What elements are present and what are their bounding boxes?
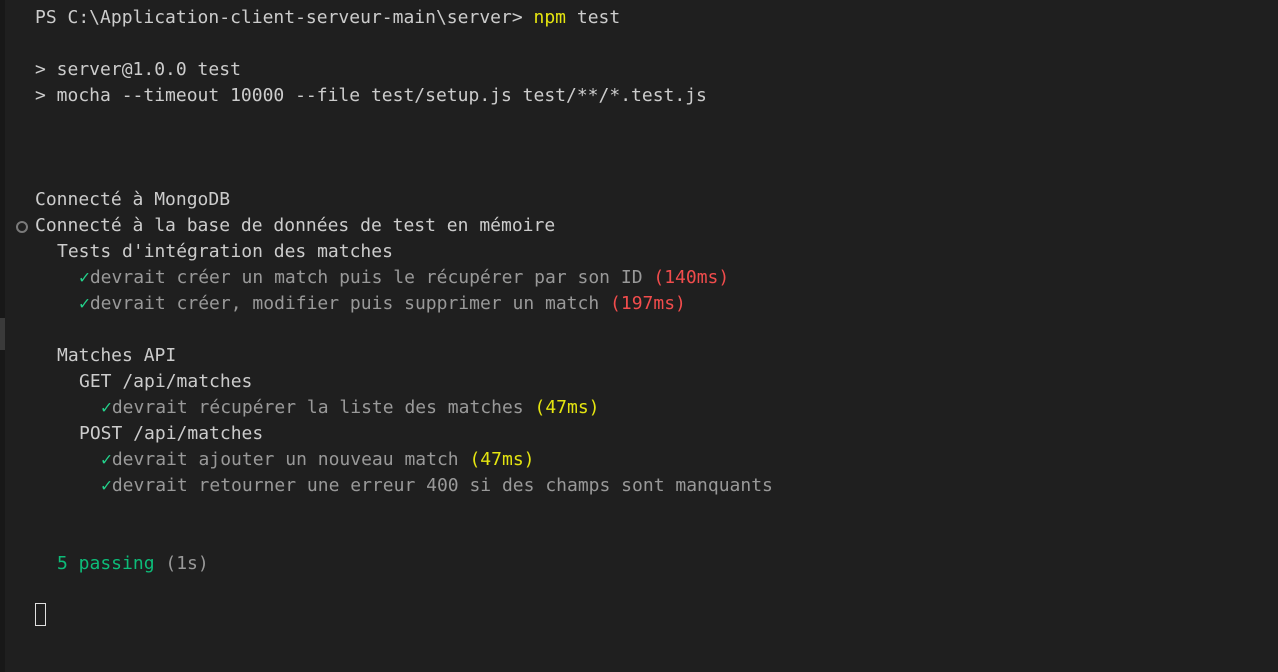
test-title: devrait créer un match puis le récupérer… xyxy=(89,267,643,288)
suite-integration-title: Tests d'intégration des matches xyxy=(57,241,393,262)
terminal-panel[interactable]: PS C:\Application-client-serveur-main\se… xyxy=(0,0,1278,672)
suite-get-title: GET /api/matches xyxy=(79,371,253,392)
prompt-line: PS C:\Application-client-serveur-main\se… xyxy=(35,5,620,31)
prompt-path: PS C:\Application-client-serveur-main\se… xyxy=(35,7,534,28)
test-duration: (140ms) xyxy=(653,267,730,288)
circle-dot-icon xyxy=(16,221,28,233)
scroll-marker xyxy=(0,318,5,350)
test-row: ✓devrait récupérer la liste des matches … xyxy=(101,395,600,421)
command-args: test xyxy=(566,7,621,28)
test-title: devrait ajouter un nouveau match xyxy=(111,449,459,470)
script-line-1: > server@1.0.0 test xyxy=(35,59,241,80)
test-row: ✓devrait créer, modifier puis supprimer … xyxy=(79,291,686,317)
check-icon: ✓ xyxy=(79,293,90,314)
log-mongo: Connecté à MongoDB xyxy=(35,189,231,210)
test-duration: (197ms) xyxy=(610,293,686,314)
test-row: ✓devrait créer un match puis le récupére… xyxy=(79,265,729,291)
check-icon: ✓ xyxy=(101,449,112,470)
passing-count: 5 passing xyxy=(57,553,155,574)
command-name: npm xyxy=(533,7,567,28)
check-icon: ✓ xyxy=(79,267,90,288)
terminal-cursor[interactable] xyxy=(35,603,46,626)
test-duration: (47ms) xyxy=(469,449,535,470)
check-icon: ✓ xyxy=(101,475,112,496)
check-icon: ✓ xyxy=(101,397,112,418)
summary-line: 5 passing (1s) xyxy=(57,551,209,577)
suite-api-title: Matches API xyxy=(57,345,177,366)
total-time: (1s) xyxy=(154,553,209,574)
log-memory-db: Connecté à la base de données de test en… xyxy=(35,215,556,236)
test-duration: (47ms) xyxy=(534,397,600,418)
suite-post-title: POST /api/matches xyxy=(79,423,264,444)
test-title: devrait récupérer la liste des matches xyxy=(111,397,524,418)
test-row: ✓devrait retourner une erreur 400 si des… xyxy=(101,473,773,499)
test-title: devrait créer, modifier puis supprimer u… xyxy=(89,293,600,314)
script-line-2: > mocha --timeout 10000 --file test/setu… xyxy=(35,85,707,106)
test-row: ✓devrait ajouter un nouveau match (47ms) xyxy=(101,447,535,473)
test-title: devrait retourner une erreur 400 si des … xyxy=(111,475,773,496)
